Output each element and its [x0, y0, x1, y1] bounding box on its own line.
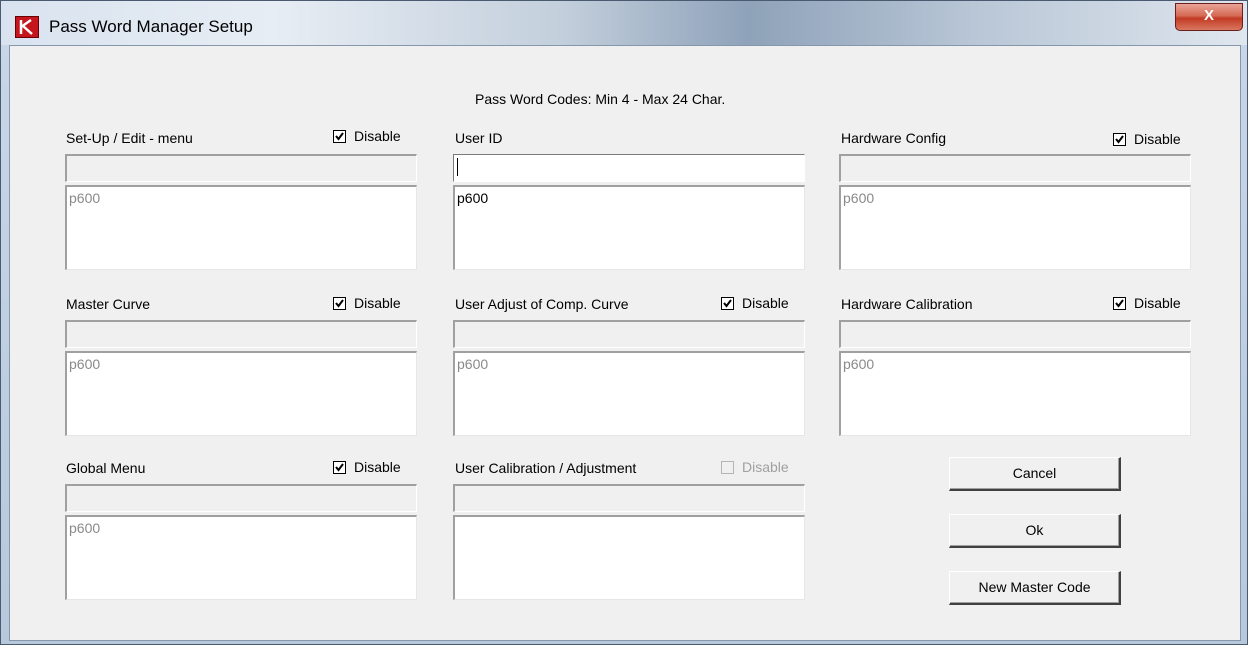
hardware-config-disable-label: Disable — [1134, 131, 1181, 147]
checkmark-icon — [721, 296, 734, 310]
hardware-calibration-disable-checkbox[interactable]: Disable — [1113, 295, 1181, 311]
master-curve-label: Master Curve — [66, 296, 151, 312]
user-id-label: User ID — [455, 130, 503, 146]
hardware-calibration-password-input[interactable] — [839, 320, 1191, 348]
checkbox-empty-icon — [721, 460, 734, 474]
window-title: Pass Word Manager Setup — [49, 17, 253, 36]
user-adjust-password-list[interactable]: p600 — [453, 351, 805, 436]
user-calibration-label: User Calibration / Adjustment — [455, 460, 637, 476]
global-menu-label: Global Menu — [66, 460, 146, 476]
hardware-config-password-list[interactable]: p600 — [839, 185, 1191, 270]
setup-edit-password-list[interactable]: p600 — [65, 185, 417, 270]
user-calibration-password-input[interactable] — [453, 484, 805, 512]
text-caret — [457, 158, 458, 176]
hardware-calibration-password-list[interactable]: p600 — [839, 351, 1191, 436]
new-master-code-button[interactable]: New Master Code — [949, 571, 1121, 605]
user-adjust-disable-label: Disable — [742, 295, 789, 311]
app-logo-icon — [15, 16, 39, 38]
user-adjust-disable-checkbox[interactable]: Disable — [721, 295, 789, 311]
user-adjust-password-input[interactable] — [453, 320, 805, 348]
user-calibration-disable-checkbox: Disable — [721, 459, 789, 475]
ok-button[interactable]: Ok — [949, 514, 1121, 548]
checkmark-icon — [333, 296, 346, 310]
checkmark-icon — [1113, 132, 1126, 146]
user-calibration-disable-label: Disable — [742, 459, 789, 475]
checkmark-icon — [333, 460, 346, 474]
checkmark-icon — [333, 129, 346, 143]
close-icon: X — [1203, 7, 1214, 24]
user-id-list[interactable]: p600 — [453, 185, 805, 270]
cancel-button[interactable]: Cancel — [949, 457, 1121, 491]
hardware-config-password-input[interactable] — [839, 154, 1191, 182]
title-bar[interactable]: Pass Word Manager Setup X — [1, 1, 1247, 45]
global-menu-disable-checkbox[interactable]: Disable — [333, 459, 401, 475]
checkmark-icon — [1113, 296, 1126, 310]
setup-edit-label: Set-Up / Edit - menu — [66, 130, 193, 146]
hardware-config-label: Hardware Config — [841, 130, 947, 146]
user-calibration-password-list[interactable] — [453, 515, 805, 600]
master-curve-disable-checkbox[interactable]: Disable — [333, 295, 401, 311]
close-button[interactable]: X — [1175, 3, 1243, 31]
setup-edit-password-input[interactable] — [65, 154, 417, 182]
hardware-calibration-label: Hardware Calibration — [841, 296, 973, 312]
user-adjust-label: User Adjust of Comp. Curve — [455, 296, 629, 312]
user-id-input[interactable] — [453, 154, 805, 182]
master-curve-password-list[interactable]: p600 — [65, 351, 417, 436]
dialog-window: Pass Word Manager Setup X Pass Word Code… — [0, 0, 1248, 645]
master-curve-password-input[interactable] — [65, 320, 417, 348]
global-menu-password-input[interactable] — [65, 484, 417, 512]
setup-edit-disable-label: Disable — [354, 128, 401, 144]
hardware-config-disable-checkbox[interactable]: Disable — [1113, 131, 1181, 147]
global-menu-password-list[interactable]: p600 — [65, 515, 417, 600]
password-rules-note: Pass Word Codes: Min 4 - Max 24 Char. — [475, 91, 726, 107]
hardware-calibration-disable-label: Disable — [1134, 295, 1181, 311]
global-menu-disable-label: Disable — [354, 459, 401, 475]
master-curve-disable-label: Disable — [354, 295, 401, 311]
setup-edit-disable-checkbox[interactable]: Disable — [333, 128, 401, 144]
